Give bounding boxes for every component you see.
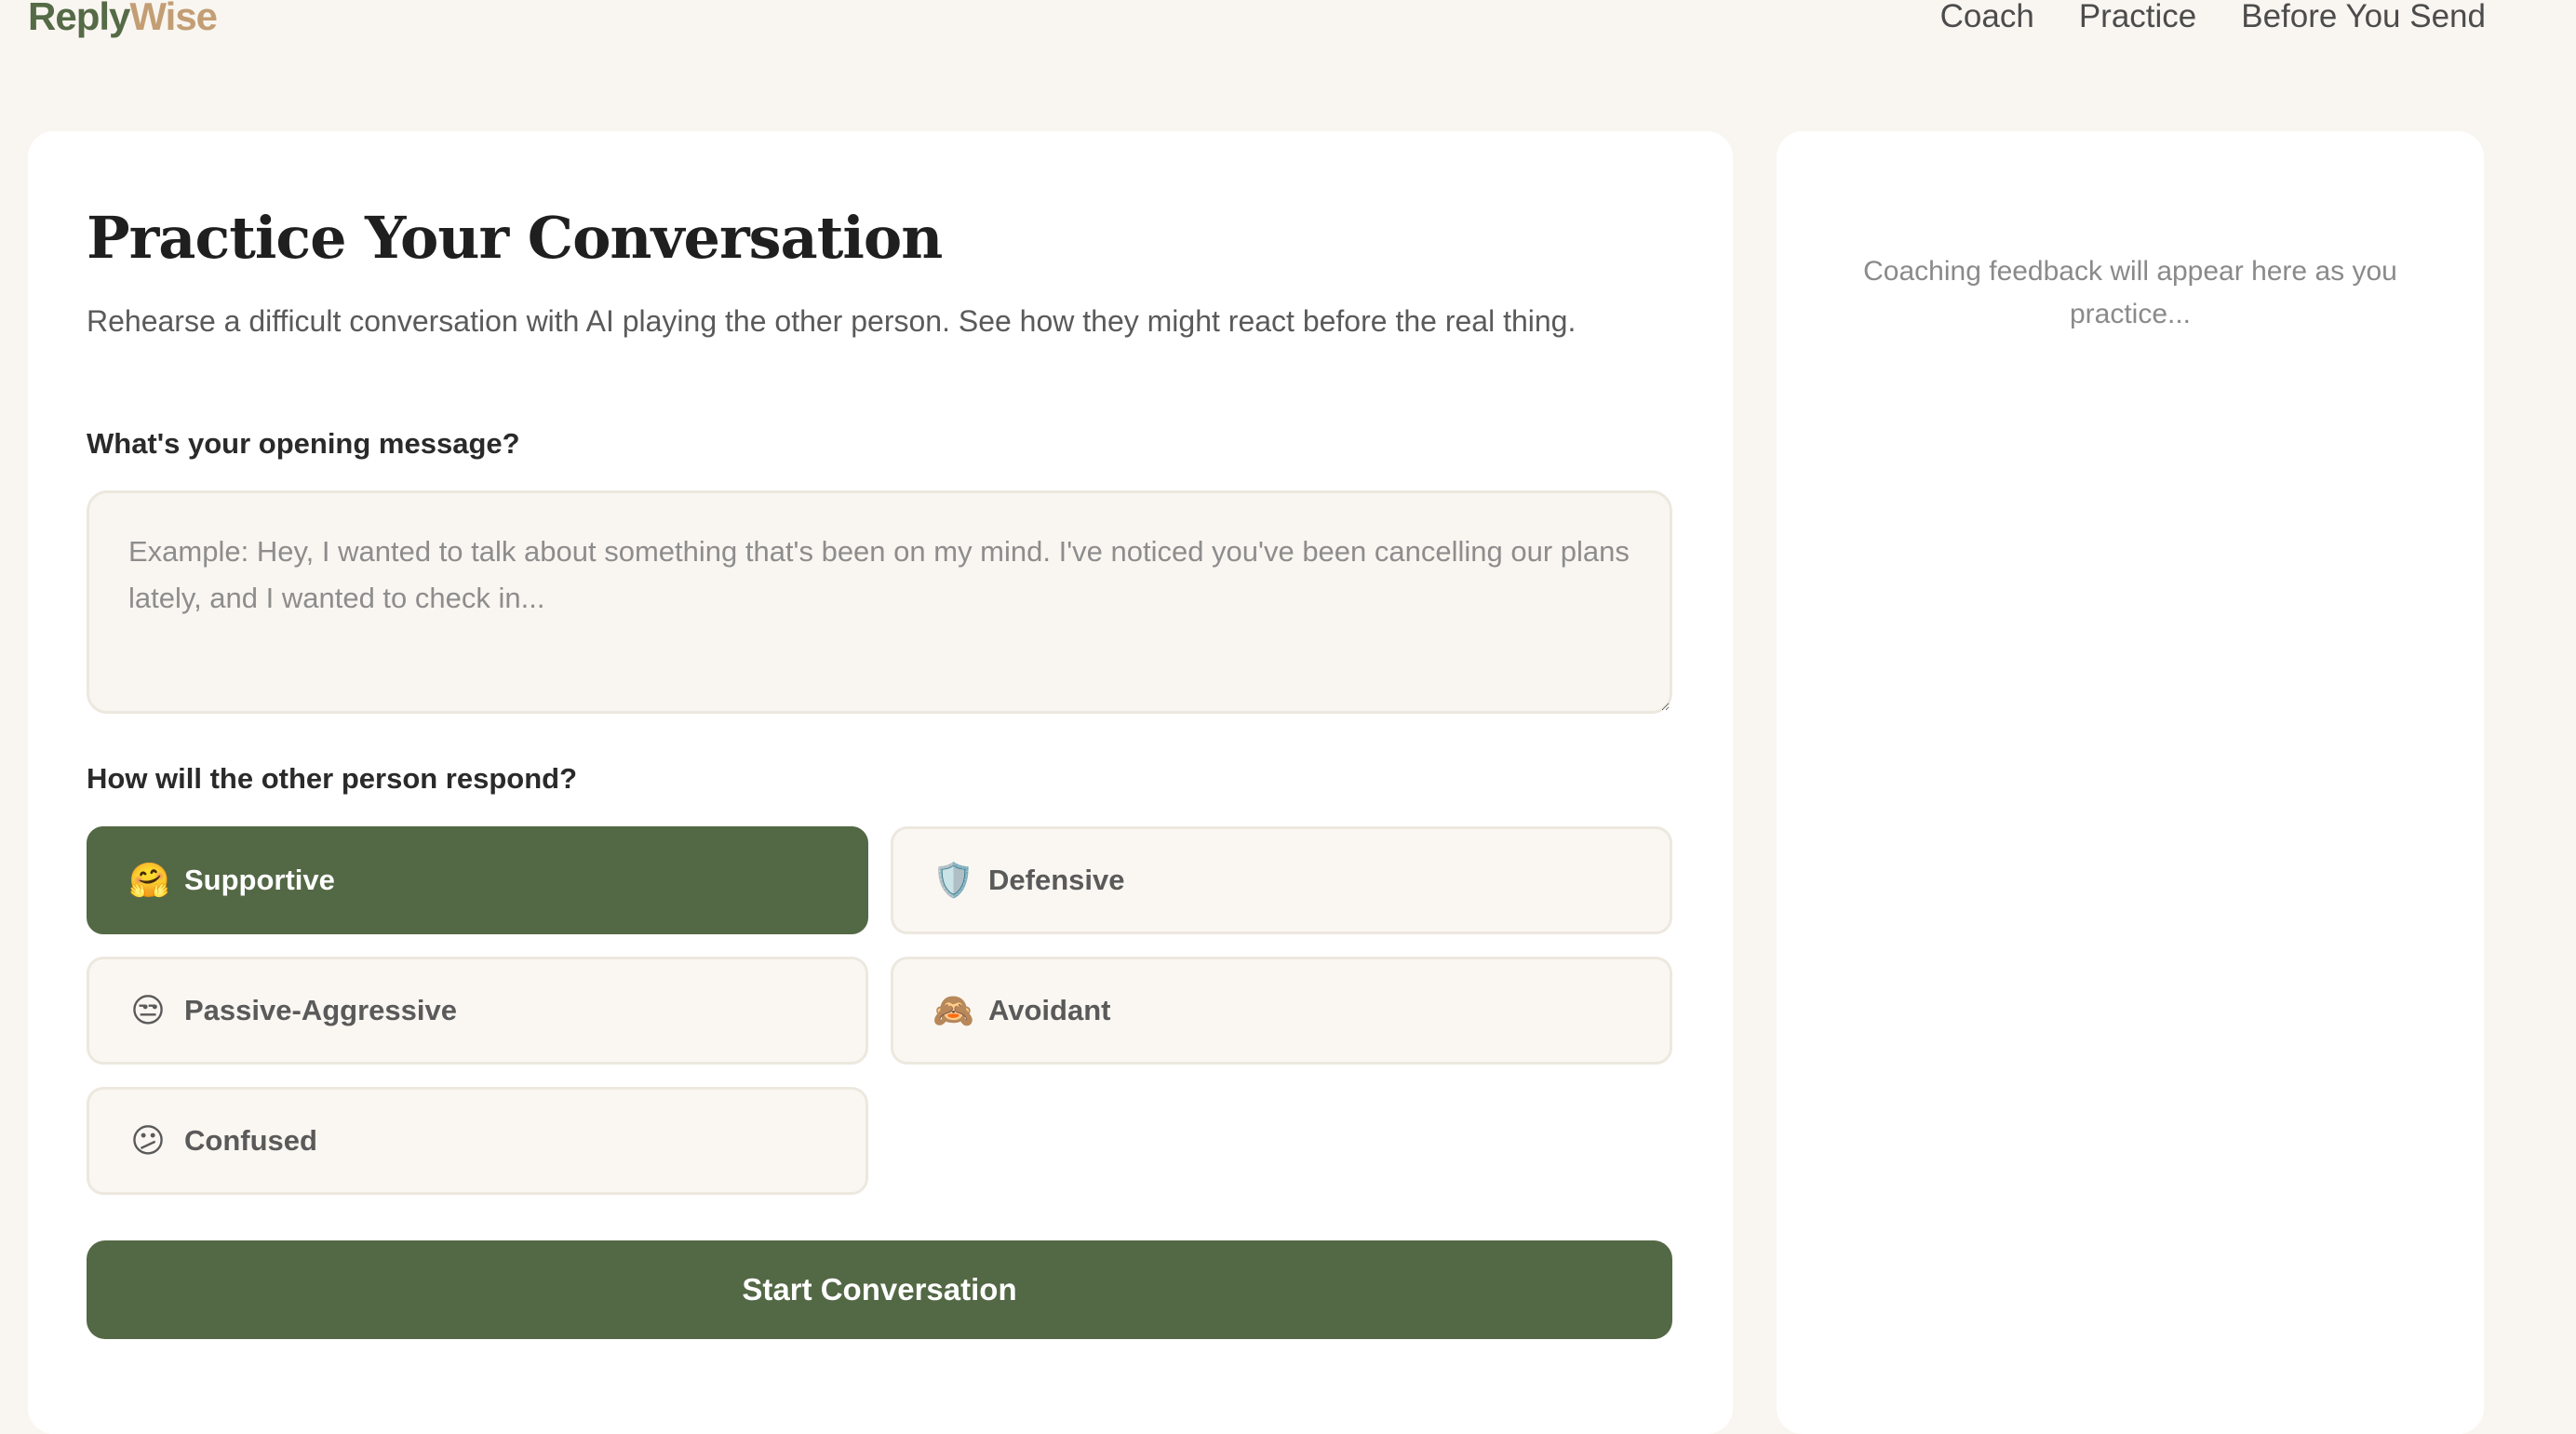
response-option-label: Confused — [184, 1124, 317, 1157]
nav-link-practice[interactable]: Practice — [2079, 0, 2196, 35]
logo-part-reply: Reply — [28, 0, 130, 38]
shield-icon: 🛡️ — [932, 861, 974, 899]
see-no-evil-monkey-icon: 🙈 — [932, 991, 974, 1029]
confused-face-icon: 😕 — [130, 1121, 166, 1159]
response-option-supportive[interactable]: 🤗 Supportive — [87, 826, 868, 934]
opening-message-label: What's your opening message? — [87, 427, 520, 460]
response-option-avoidant[interactable]: 🙈 Avoidant — [891, 957, 1672, 1065]
main-nav: Coach Practice Before You Send — [1940, 0, 2486, 35]
response-option-label: Passive-Aggressive — [184, 994, 457, 1026]
page-subtitle: Rehearse a difficult conversation with A… — [87, 304, 1576, 338]
response-option-confused[interactable]: 😕 Confused — [87, 1087, 868, 1195]
response-type-label: How will the other person respond? — [87, 762, 578, 795]
response-option-label: Supportive — [184, 864, 335, 896]
opening-message-input[interactable] — [87, 490, 1672, 714]
response-option-defensive[interactable]: 🛡️ Defensive — [891, 826, 1672, 934]
hugging-face-icon: 🤗 — [128, 861, 170, 899]
response-option-passive-aggressive[interactable]: 😒 Passive-Aggressive — [87, 957, 868, 1065]
logo-part-wise: Wise — [129, 0, 218, 38]
response-option-label: Defensive — [988, 864, 1125, 896]
page-title: Practice Your Conversation — [87, 204, 943, 272]
practice-card: Practice Your Conversation Rehearse a di… — [28, 131, 1733, 1434]
start-conversation-button[interactable]: Start Conversation — [87, 1240, 1672, 1339]
response-option-label: Avoidant — [988, 994, 1111, 1026]
nav-link-coach[interactable]: Coach — [1940, 0, 2034, 35]
nav-link-before-you-send[interactable]: Before You Send — [2241, 0, 2486, 35]
coaching-feedback-placeholder: Coaching feedback will appear here as yo… — [1863, 256, 2397, 329]
unamused-face-icon: 😒 — [130, 991, 166, 1029]
top-navigation-bar: ReplyWise Coach Practice Before You Send — [0, 0, 2576, 56]
coaching-feedback-panel: Coaching feedback will appear here as yo… — [1777, 131, 2484, 1434]
replywise-logo[interactable]: ReplyWise — [28, 0, 218, 39]
